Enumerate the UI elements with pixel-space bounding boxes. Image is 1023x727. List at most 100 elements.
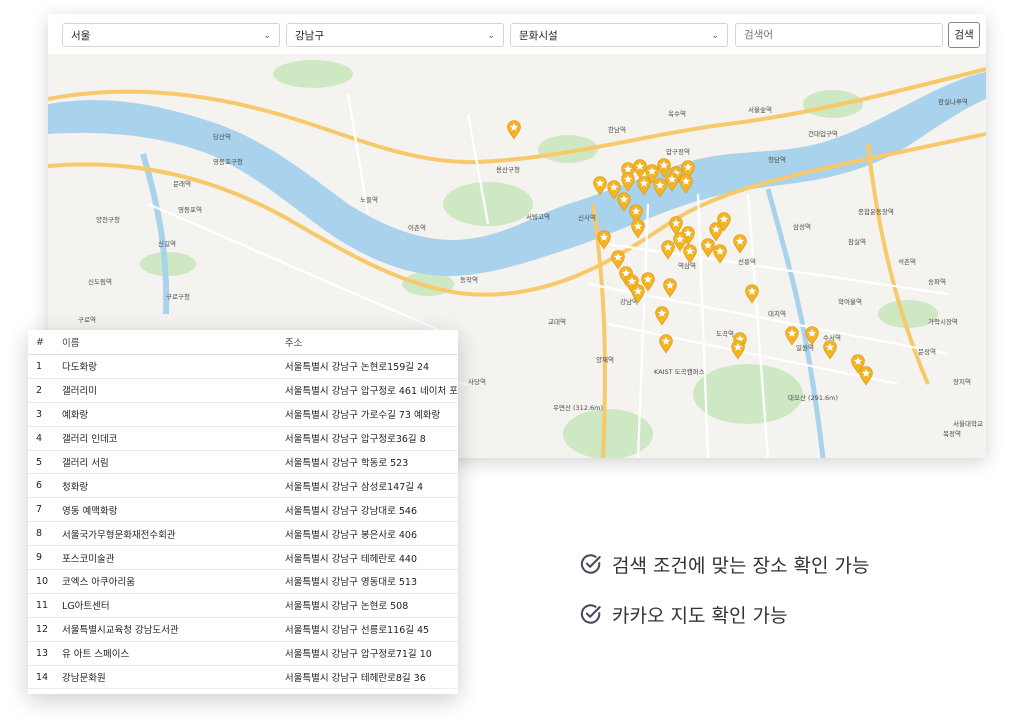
map-label: 서울숲역: [748, 105, 772, 114]
map-label: 대치역: [768, 309, 786, 318]
table-row[interactable]: 11 LG아트센터 서울특별시 강남구 논현로 508: [28, 593, 458, 618]
map-label: 동작역: [460, 275, 478, 284]
map-label: 청담역: [768, 155, 786, 164]
row-name: 갤러리미: [62, 378, 285, 403]
row-index: 3: [28, 402, 63, 427]
row-address: 서울특별시 강남구 강남대로 546: [284, 497, 458, 523]
map-label: KAIST 도곡캠퍼스: [654, 367, 705, 376]
map-label: 용산구청: [496, 165, 520, 174]
map-label: 압구정역: [666, 147, 690, 156]
table-row[interactable]: 14 강남문화원 서울특별시 강남구 테헤란로8길 36: [28, 665, 458, 690]
check-circle-icon: [580, 604, 601, 624]
row-name: LG아트센터: [62, 593, 285, 618]
row-address: 서울특별시 강남구 봉은사로 406: [284, 521, 458, 547]
table-body: 1 다도화랑 서울특별시 강남구 논현로159길 24 2 갤러리미 서울특별시 강남구 …: [28, 354, 458, 694]
row-address: 서울특별시 강남구 압구정로71길 10: [284, 641, 458, 666]
row-index: 7: [28, 497, 63, 523]
district-select[interactable]: 강남구 ⌄: [286, 23, 504, 47]
table-row[interactable]: 2 갤러리미 서울특별시 강남구 압구정로 461 네이처 포: [28, 378, 458, 403]
map-label: 서울대학교: [953, 419, 983, 428]
table-row[interactable]: 4 갤러리 인데코 서울특별시 강남구 압구정로36길 8: [28, 426, 458, 451]
row-name: 영동 예맥화랑: [62, 497, 285, 523]
row-address: 서울특별시 강남구 논현로 508: [284, 593, 458, 618]
table-row[interactable]: 9 포스코미술관 서울특별시 강남구 테헤란로 440: [28, 545, 458, 571]
row-name: UM갤러리: [62, 688, 285, 694]
city-select-value: 서울: [71, 30, 91, 42]
map-label: 석촌역: [898, 257, 916, 266]
feature-item-search: 검색 조건에 맞는 장소 확인 가능: [580, 548, 869, 580]
map-label: 이촌역: [408, 223, 426, 232]
map-label: 잠실나루역: [938, 97, 968, 106]
chevron-down-icon: ⌄: [711, 31, 719, 41]
row-index: 5: [28, 450, 63, 475]
row-name: 포스코미술관: [62, 545, 285, 571]
map-label: 복정역: [943, 429, 961, 438]
row-address: 서울특별시 강남구 선릉로116길 45: [284, 617, 458, 642]
table-row[interactable]: 10 코엑스 아쿠아리움 서울특별시 강남구 영동대로 513: [28, 569, 458, 594]
map-label: 영등포역: [178, 205, 202, 214]
district-select-value: 강남구: [295, 30, 324, 42]
table-row[interactable]: 8 서울국가무형문화재전수회관 서울특별시 강남구 봉은사로 406: [28, 521, 458, 547]
table-row[interactable]: 12 서울특별시교육청 강남도서관 서울특별시 강남구 선릉로116길 45: [28, 617, 458, 642]
map-label: 우면산 (312.6m): [553, 403, 603, 412]
map-label: 당산역: [213, 132, 231, 141]
map-label: 영등포구청: [213, 157, 243, 166]
row-index: 12: [28, 617, 63, 642]
chevron-down-icon: ⌄: [263, 31, 271, 41]
row-name: 유 아트 스페이스: [62, 641, 285, 666]
chevron-down-icon: ⌄: [487, 31, 495, 41]
row-index: 15: [28, 688, 63, 694]
category-select[interactable]: 문화시설 ⌄: [510, 23, 728, 47]
map-label: 양천구청: [96, 215, 120, 224]
row-name: 코엑스 아쿠아리움: [62, 569, 285, 594]
row-name: 서울국가무형문화재전수회관: [62, 521, 285, 547]
row-address: 서울특별시 강남구 영동대로 513: [284, 569, 458, 594]
map-label: 학여울역: [838, 297, 862, 306]
row-index: 4: [28, 426, 63, 451]
map-label: 교대역: [548, 317, 566, 326]
row-index: 14: [28, 665, 63, 690]
map-label: 서빙고역: [526, 212, 550, 221]
table-row[interactable]: 13 유 아트 스페이스 서울특별시 강남구 압구정로71길 10: [28, 641, 458, 666]
row-index: 2: [28, 378, 63, 403]
map-label: 삼성역: [793, 222, 811, 231]
row-address: 서울특별시 강남구 압구정로12길 25: [284, 688, 458, 694]
row-index: 10: [28, 569, 63, 594]
map-label: 구로역: [78, 315, 96, 324]
category-select-value: 문화시설: [519, 30, 558, 42]
row-index: 6: [28, 473, 63, 499]
row-address: 서울특별시 강남구 가로수길 73 예화랑: [284, 402, 458, 427]
map-label: 역삼역: [678, 261, 696, 270]
table-row[interactable]: 15UM갤러리서울특별시 강남구 압구정로12길 25: [28, 688, 458, 694]
city-select[interactable]: 서울 ⌄: [62, 23, 280, 47]
filter-bar: 서울 ⌄ 강남구 ⌄ 문화시설 ⌄ 검색: [48, 14, 986, 54]
map-label: 가락시장역: [928, 317, 958, 326]
row-name: 청화랑: [62, 473, 285, 499]
search-input[interactable]: [735, 23, 943, 47]
table-row[interactable]: 5 갤러리 서림 서울특별시 강남구 학동로 523: [28, 450, 458, 475]
map-label: 신길역: [158, 239, 176, 248]
row-index: 11: [28, 593, 63, 618]
row-name: 서울특별시교육청 강남도서관: [62, 617, 285, 642]
map-label: 사당역: [468, 377, 486, 386]
row-index: 1: [28, 354, 63, 379]
table-row[interactable]: 6 청화랑 서울특별시 강남구 삼성로147길 4: [28, 473, 458, 499]
row-address: 서울특별시 강남구 테헤란로 440: [284, 545, 458, 571]
row-index: 9: [28, 545, 63, 571]
table-header-row: # 이름 주소: [28, 330, 458, 355]
table-row[interactable]: 7 영동 예맥화랑 서울특별시 강남구 강남대로 546: [28, 497, 458, 523]
results-table-card: # 이름 주소 1 다도화랑 서울특별시 강남구 논현로159길 24 2 갤러리미 서울…: [28, 330, 458, 694]
search-button[interactable]: 검색: [948, 22, 980, 48]
row-address: 서울특별시 강남구 학동로 523: [284, 450, 458, 475]
table-row[interactable]: 1 다도화랑 서울특별시 강남구 논현로159길 24: [28, 354, 458, 379]
map-label: 선릉역: [738, 257, 756, 266]
map-label: 노들역: [360, 195, 378, 204]
table-row[interactable]: 3 예화랑 서울특별시 강남구 가로수길 73 예화랑: [28, 402, 458, 427]
map-label: 문래역: [173, 179, 191, 188]
feature-text: 검색 조건에 맞는 장소 확인 가능: [612, 554, 870, 577]
row-index: 13: [28, 641, 63, 666]
header-name: 이름: [62, 330, 285, 355]
map-label: 종합운동장역: [858, 207, 894, 216]
map-label: 도곡역: [716, 329, 734, 338]
row-address: 서울특별시 강남구 테헤란로8길 36: [284, 665, 458, 690]
